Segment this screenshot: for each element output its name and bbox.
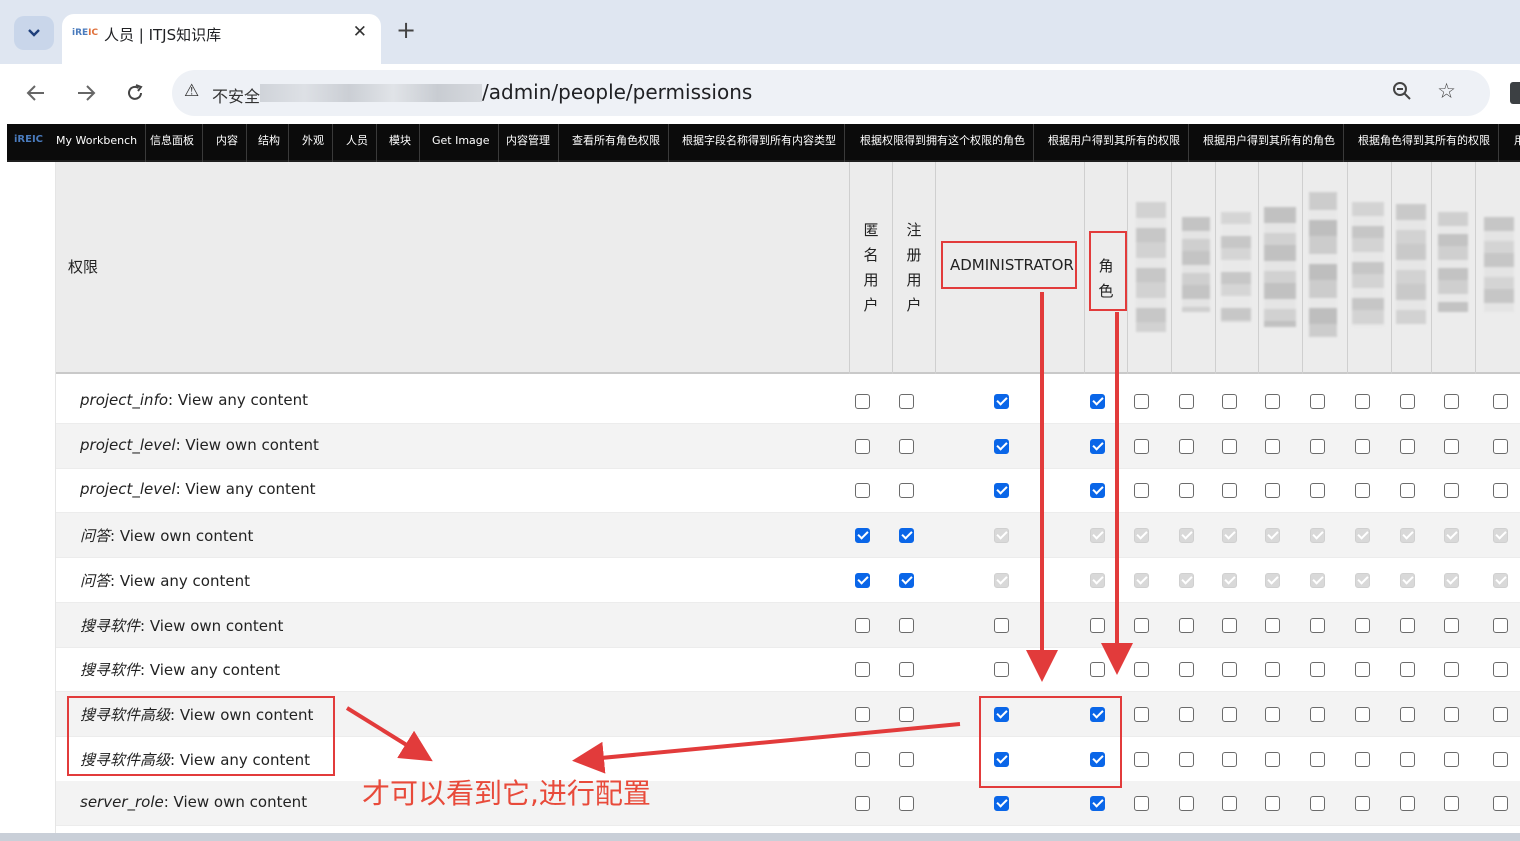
browser-tab[interactable]: iREIC 人员 | ITJS知识库 ✕ [62, 14, 381, 64]
menu-item-more[interactable]: 用 [1506, 124, 1520, 162]
admin-menu-bar: iREIC My Workbench 信息面板 内容 结构 外观 人员 模块 G… [7, 124, 1520, 162]
menu-item-all-role-permissions[interactable]: 查看所有角色权限 [564, 124, 669, 162]
admin-logo-icon[interactable]: iREIC [14, 134, 43, 145]
menu-item-field-content-types[interactable]: 根据字段名称得到所有内容类型 [674, 124, 845, 162]
blurred-hostname [260, 84, 482, 102]
url-path[interactable]: /admin/people/permissions [482, 80, 752, 104]
zoom-icon[interactable] [1392, 81, 1412, 101]
reload-icon[interactable] [125, 83, 145, 103]
menu-item-user-roles[interactable]: 根据用户得到其所有的角色 [1195, 124, 1344, 162]
address-bar[interactable]: ⚠ 不安全 /admin/people/permissions ☆ [172, 70, 1490, 116]
menu-item-structure[interactable]: 结构 [250, 124, 289, 162]
menu-item-modules[interactable]: 模块 [381, 124, 420, 162]
menu-item-people[interactable]: 人员 [338, 124, 377, 162]
menu-item-get-image[interactable]: Get Image [424, 124, 499, 162]
annotation-arrows [345, 292, 1133, 774]
extension-icon[interactable] [1510, 82, 1520, 104]
tab-title: 人员 | ITJS知识库 [104, 26, 222, 44]
menu-item-appearance[interactable]: 外观 [294, 124, 333, 162]
new-tab-button[interactable]: + [396, 16, 416, 44]
security-label[interactable]: 不安全 [212, 83, 260, 107]
menu-item-user-permissions[interactable]: 根据用户得到其所有的权限 [1040, 124, 1189, 162]
menu-item-workbench[interactable]: My Workbench [48, 124, 147, 162]
forward-arrow-icon[interactable] [76, 84, 96, 102]
menu-item-permission-roles[interactable]: 根据权限得到拥有这个权限的角色 [852, 124, 1034, 162]
menu-item-role-permissions[interactable]: 根据角色得到其所有的权限 [1350, 124, 1499, 162]
menu-item-content[interactable]: 内容 [208, 124, 247, 162]
horizontal-scrollbar[interactable] [0, 833, 1520, 841]
chevron-down-icon [28, 29, 40, 37]
menu-item-dashboard[interactable]: 信息面板 [142, 124, 203, 162]
bookmark-star-icon[interactable]: ☆ [1437, 79, 1456, 103]
site-favicon-icon: iREIC [72, 28, 99, 38]
page-content: 权限 匿名用户 注册用户 ADMINISTRATOR 角色 project_in… [0, 162, 1520, 841]
close-icon[interactable]: ✕ [353, 22, 367, 42]
tab-strip: iREIC 人员 | ITJS知识库 ✕ + [0, 0, 1520, 64]
tab-search-button[interactable] [14, 16, 54, 50]
annotation-text: 才可以看到它,进行配置 [362, 777, 651, 810]
warning-icon[interactable]: ⚠ [184, 81, 199, 101]
menu-item-content-management[interactable]: 内容管理 [498, 124, 559, 162]
back-arrow-icon[interactable] [26, 84, 46, 102]
browser-toolbar: ⚠ 不安全 /admin/people/permissions ☆ [0, 64, 1520, 124]
